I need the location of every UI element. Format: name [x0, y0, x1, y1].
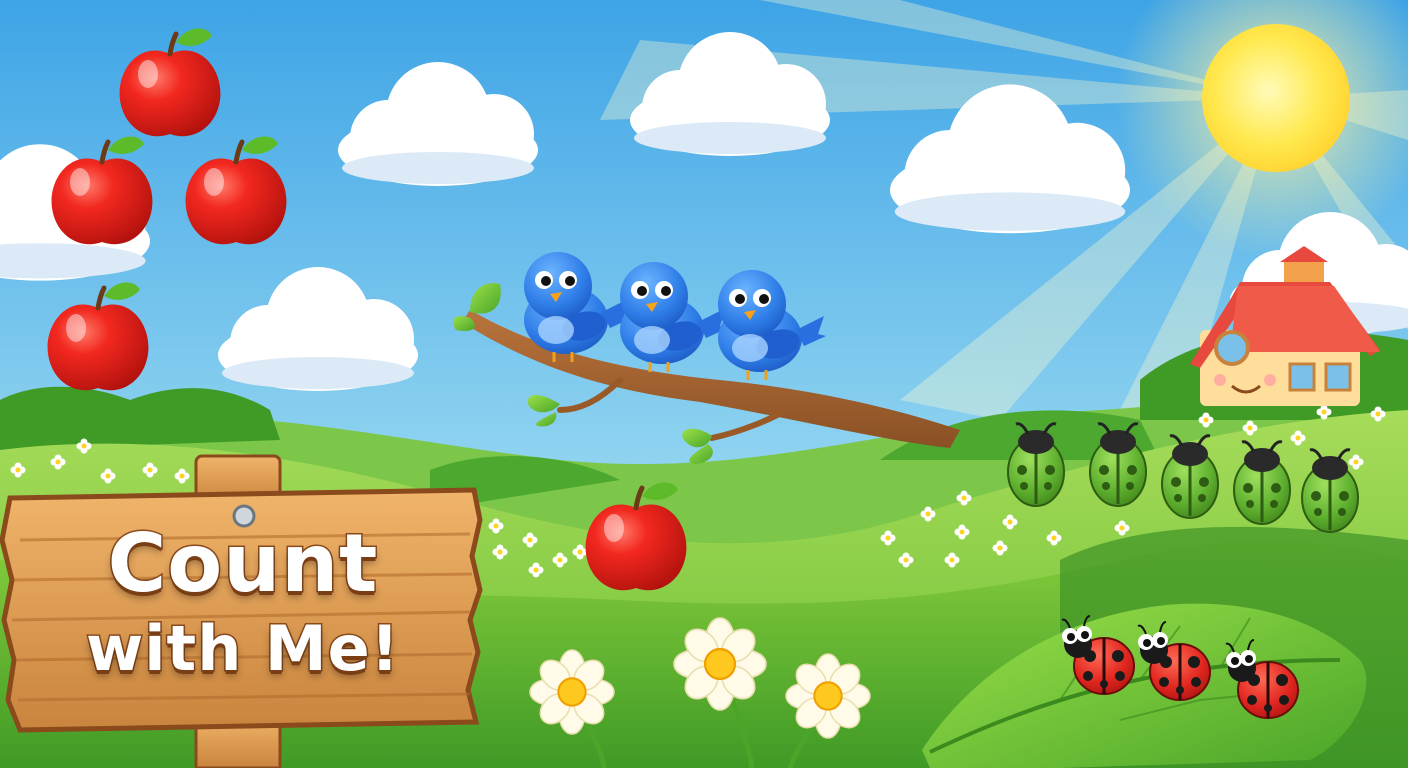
game-scene	[0, 0, 1408, 768]
title-signboard	[0, 454, 483, 768]
